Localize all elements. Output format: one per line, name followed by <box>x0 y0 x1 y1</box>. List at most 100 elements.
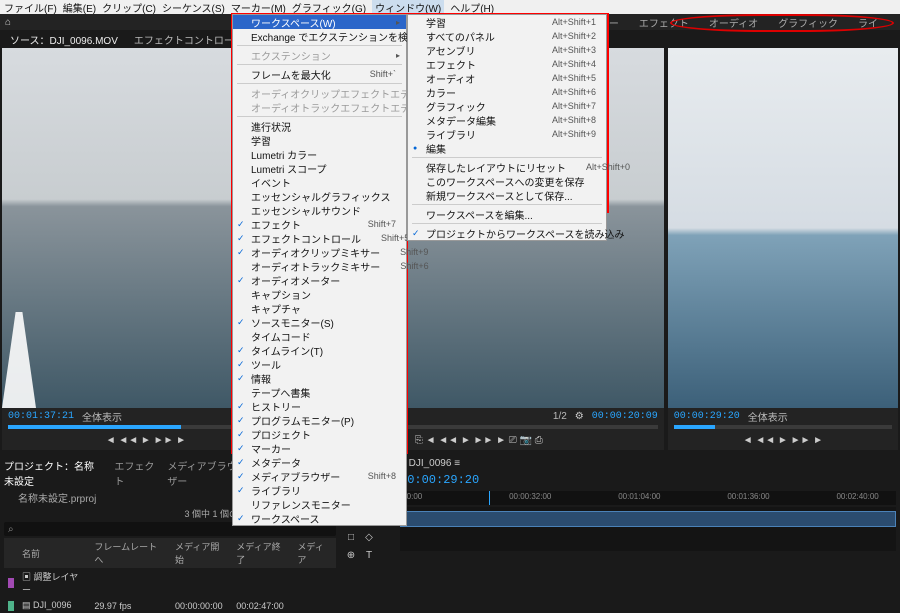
project-row[interactable]: ▣ 調整レイヤー <box>4 568 336 598</box>
menu-0[interactable]: ファイル(F) <box>4 0 57 15</box>
lower-panels: プロジェクト：名称未設定エフェクトメディアブラウザーCC ライブラリ情報 名称未… <box>0 454 900 576</box>
menu-item[interactable]: エッセンシャルグラフィックス <box>233 189 406 203</box>
menu-item[interactable]: Lumetri スコープ <box>233 161 406 175</box>
workspace-tab-2[interactable]: エフェクト <box>639 15 689 30</box>
search-icon: ⌕ <box>8 524 14 535</box>
timeline-panel[interactable]: × DJI_0096 ≡ 00:00:29:20 :00:0000:00:32:… <box>396 454 900 576</box>
timeline-timecode: 00:00:29:20 <box>400 473 896 487</box>
menu-item[interactable]: アセンブリAlt+Shift+3 <box>408 43 606 57</box>
menu-item[interactable]: タイムライン(T) <box>233 343 406 357</box>
ruler-tick: 00:01:36:00 <box>727 492 769 501</box>
menu-item[interactable]: ソースモニター(S) <box>233 315 406 329</box>
ruler-tick: 00:01:04:00 <box>618 492 660 501</box>
menu-item[interactable]: プロジェクト <box>233 427 406 441</box>
menu-6[interactable]: ウィンドウ(W) <box>372 0 444 15</box>
menu-item[interactable]: メタデータ編集Alt+Shift+8 <box>408 113 606 127</box>
right-fit[interactable]: 全体表示 <box>748 409 788 424</box>
menu-item[interactable]: 保存したレイアウトにリセットAlt+Shift+0 <box>408 160 606 174</box>
workspace-tab-5[interactable]: ライ <box>858 15 878 30</box>
menu-item[interactable]: エッセンシャルサウンド <box>233 203 406 217</box>
menu-7[interactable]: ヘルプ(H) <box>450 0 494 15</box>
menu-item[interactable]: ツール <box>233 357 406 371</box>
tool-6[interactable]: □ <box>344 530 358 544</box>
menubar[interactable]: ファイル(F) 編集(E) クリップ(C) シーケンス(S) マーカー(M) グラフィック… <box>0 0 900 14</box>
program-ratio[interactable]: 1/2 <box>553 411 567 422</box>
timeline-tracks[interactable] <box>400 507 896 551</box>
menu-item[interactable]: イベント <box>233 175 406 189</box>
menu-item[interactable]: メタデータ <box>233 455 406 469</box>
home-icon[interactable]: ⌂ <box>0 17 16 28</box>
ruler-tick: 00:00:32:00 <box>509 492 551 501</box>
project-row[interactable]: ▤ DJI_009629.97 fps00:00:00:0000:02:47:0… <box>4 598 336 613</box>
playhead[interactable] <box>489 491 490 505</box>
menu-item[interactable]: 情報 <box>233 371 406 385</box>
menu-item[interactable]: プロジェクトからワークスペースを読み込み <box>408 226 606 240</box>
ruler-tick: 00:02:40:00 <box>836 492 878 501</box>
source-tab-primary[interactable]: ソース：DJI_0096.MOV <box>10 32 118 47</box>
right-scrub[interactable] <box>668 424 898 430</box>
menu-item[interactable]: キャプション <box>233 287 406 301</box>
menu-3[interactable]: シーケンス(S) <box>162 0 225 15</box>
menu-item[interactable]: エフェクトAlt+Shift+4 <box>408 57 606 71</box>
source-fit[interactable]: 全体表示 <box>82 409 122 424</box>
menu-item[interactable]: 進行状況 <box>233 119 406 133</box>
menu-item[interactable]: ワークスペース <box>233 511 406 525</box>
menu-item[interactable]: ライブラリ <box>233 483 406 497</box>
right-controls: 00:00:29:20 全体表示 <box>668 408 898 424</box>
menu-item[interactable]: オーディオAlt+Shift+5 <box>408 71 606 85</box>
source-tab-fx[interactable]: エフェクトコントロール <box>134 32 244 47</box>
menu-item[interactable]: マーカー <box>233 441 406 455</box>
menu-5[interactable]: グラフィック(G) <box>292 0 366 15</box>
tool-8[interactable]: ⊕ <box>344 548 358 562</box>
menu-item[interactable]: ヒストリー <box>233 399 406 413</box>
menu-item[interactable]: リファレンスモニター <box>233 497 406 511</box>
menu-item[interactable]: オーディオクリップエフェクトエディター <box>233 86 406 100</box>
menu-item[interactable]: グラフィックAlt+Shift+7 <box>408 99 606 113</box>
menu-item[interactable]: ワークスペース(W) <box>233 15 406 29</box>
menu-item[interactable]: エクステンション <box>233 48 406 62</box>
menu-item[interactable]: 新規ワークスペースとして保存... <box>408 188 606 202</box>
right-timecode: 00:00:29:20 <box>674 411 740 422</box>
right-transport[interactable]: ◄ ◄◄ ► ►► ► <box>668 430 898 450</box>
workspace-tab-4[interactable]: グラフィック <box>778 15 838 30</box>
project-tab-1[interactable]: エフェクト <box>114 458 155 488</box>
menu-item[interactable]: 学習 <box>233 133 406 147</box>
menu-2[interactable]: クリップ(C) <box>102 0 156 15</box>
project-tab-0[interactable]: プロジェクト：名称未設定 <box>4 458 102 488</box>
menu-item[interactable]: テープへ書集 <box>233 385 406 399</box>
menu-item[interactable]: オーディオトラックミキサーShift+6 <box>233 259 406 273</box>
menu-item[interactable]: オーディオトラックエフェクトエディター <box>233 100 406 114</box>
timeline-tab[interactable]: × DJI_0096 ≡ <box>400 458 896 469</box>
tool-7[interactable]: ◇ <box>362 530 376 544</box>
menu-item[interactable]: このワークスペースへの変更を保存 <box>408 174 606 188</box>
menu-item[interactable]: フレームを最大化Shift+` <box>233 67 406 81</box>
menu-item[interactable]: カラーAlt+Shift+6 <box>408 85 606 99</box>
menu-item[interactable]: タイムコード <box>233 329 406 343</box>
menu-item[interactable]: 編集 <box>408 141 606 155</box>
right-frame[interactable] <box>668 48 898 408</box>
workspace-tab-3[interactable]: オーディオ <box>709 15 758 30</box>
tool-9[interactable]: T <box>362 548 376 562</box>
timeline-ruler[interactable]: :00:0000:00:32:0000:01:04:0000:01:36:000… <box>400 491 896 505</box>
timeline-clip[interactable] <box>400 511 896 527</box>
program-timecode: 00:00:20:09 <box>592 411 658 422</box>
menu-item[interactable]: エフェクトShift+7 <box>233 217 406 231</box>
menu-item[interactable]: すべてのパネルAlt+Shift+2 <box>408 29 606 43</box>
window-menu[interactable]: ワークスペース(W)Exchange でエクステンションを検索... エクステンシ… <box>232 14 407 526</box>
menu-item[interactable]: Lumetri カラー <box>233 147 406 161</box>
menu-item[interactable]: ライブラリAlt+Shift+9 <box>408 127 606 141</box>
workspace-submenu[interactable]: 学習Alt+Shift+1すべてのパネルAlt+Shift+2アセンブリAlt+… <box>407 14 607 241</box>
menu-item[interactable]: 学習Alt+Shift+1 <box>408 15 606 29</box>
menu-item[interactable]: オーディオメーター <box>233 273 406 287</box>
menu-item[interactable]: オーディオクリップミキサーShift+9 <box>233 245 406 259</box>
menu-item[interactable]: キャプチャ <box>233 301 406 315</box>
menu-item[interactable]: ワークスペースを編集... <box>408 207 606 221</box>
project-tab-2[interactable]: メディアブラウザー <box>167 458 240 488</box>
menu-item[interactable]: エフェクトコントロールShift+5 <box>233 231 406 245</box>
menu-item[interactable]: Exchange でエクステンションを検索... <box>233 29 406 43</box>
menu-item[interactable]: メディアブラウザーShift+8 <box>233 469 406 483</box>
menu-1[interactable]: 編集(E) <box>63 0 96 15</box>
menu-item[interactable]: プログラムモニター(P) <box>233 413 406 427</box>
wrench-icon[interactable]: ⚙ <box>575 411 584 422</box>
menu-4[interactable]: マーカー(M) <box>231 0 286 15</box>
